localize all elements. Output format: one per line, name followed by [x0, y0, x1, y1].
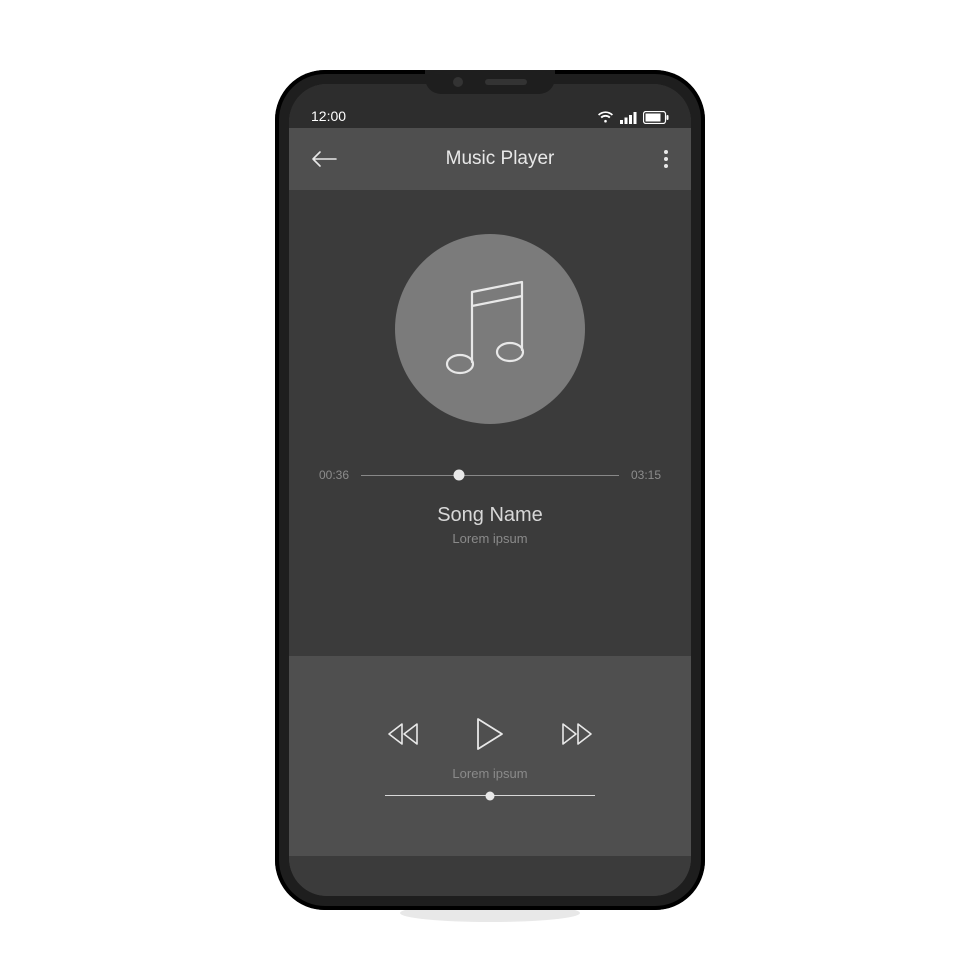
- album-art: [395, 234, 585, 424]
- transport-controls: [386, 716, 594, 752]
- music-note-icon: [440, 274, 540, 384]
- phone-frame: 12:00 Music Player: [275, 70, 705, 910]
- time-elapsed: 00:36: [319, 468, 349, 482]
- more-icon[interactable]: [663, 149, 669, 169]
- controls-panel: Lorem ipsum: [289, 656, 691, 856]
- notch: [425, 70, 555, 94]
- previous-icon[interactable]: [386, 721, 420, 747]
- volume-thumb[interactable]: [486, 791, 495, 800]
- next-icon[interactable]: [560, 721, 594, 747]
- back-icon[interactable]: [311, 150, 337, 168]
- time-duration: 03:15: [631, 468, 661, 482]
- wifi-icon: [597, 111, 614, 124]
- progress-slider[interactable]: [361, 475, 619, 476]
- volume-slider[interactable]: [385, 795, 595, 796]
- status-time: 12:00: [311, 108, 346, 124]
- song-title: Song Name: [437, 504, 543, 527]
- play-icon[interactable]: [474, 716, 506, 752]
- progress-thumb[interactable]: [454, 470, 465, 481]
- status-icons: [597, 111, 669, 124]
- app-header: Music Player: [289, 128, 691, 190]
- song-subtitle: Lorem ipsum: [452, 531, 527, 546]
- page-title: Music Player: [446, 148, 555, 170]
- progress-row: 00:36 03:15: [319, 468, 661, 482]
- player-main: 00:36 03:15 Song Name Lorem ipsum: [289, 190, 691, 656]
- bottom-strip: [289, 856, 691, 896]
- volume-label: Lorem ipsum: [452, 766, 527, 781]
- signal-icon: [620, 112, 637, 124]
- screen: 12:00 Music Player: [289, 84, 691, 896]
- battery-icon: [643, 111, 669, 124]
